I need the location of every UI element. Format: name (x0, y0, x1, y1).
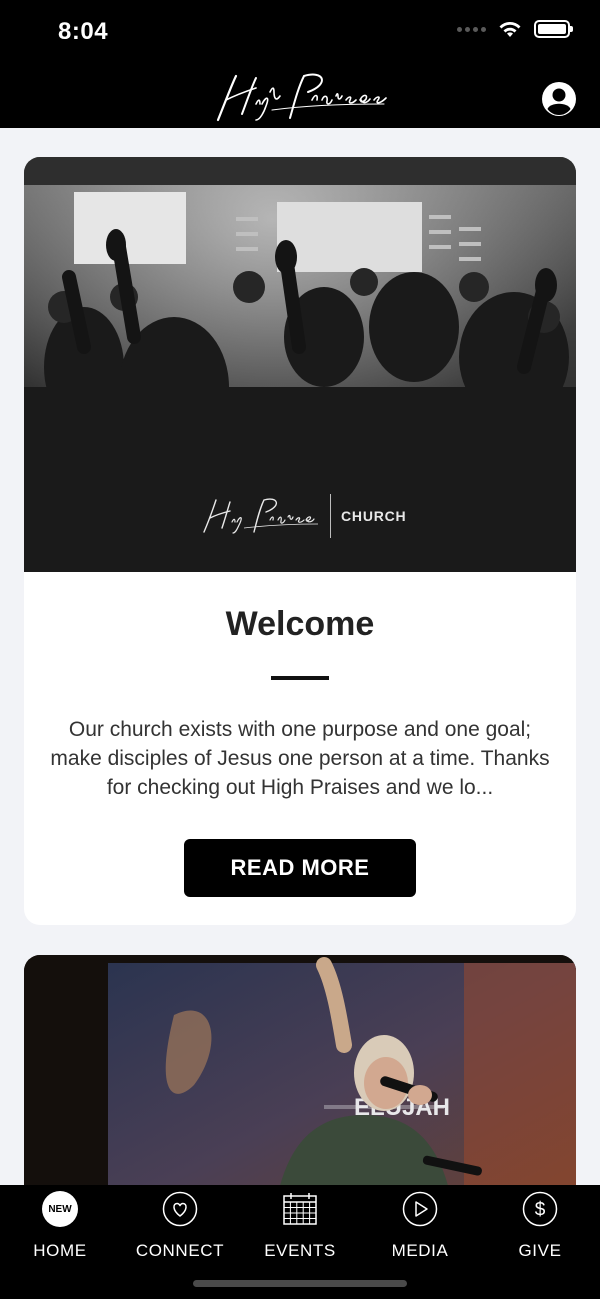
title-divider (271, 676, 329, 680)
tab-give-label: GIVE (518, 1241, 562, 1260)
singer-photo: ELUJAH (24, 955, 576, 1185)
home-indicator (193, 1280, 407, 1287)
heart-icon (162, 1191, 198, 1227)
status-time: 8:04 (58, 18, 109, 45)
tab-home[interactable]: NEW HOME (0, 1185, 120, 1265)
wifi-icon (499, 22, 521, 37)
tab-media-label: MEDIA (391, 1241, 449, 1260)
play-icon (402, 1191, 438, 1227)
read-more-button[interactable]: READ MORE (184, 839, 416, 897)
calendar-icon (283, 1193, 317, 1225)
singer-image[interactable]: ELUJAH (24, 955, 576, 1185)
watermark-church-label: CHURCH (330, 494, 406, 538)
tab-events[interactable]: EVENTS (240, 1185, 360, 1265)
dollar-icon: $ (522, 1191, 558, 1227)
home-feed[interactable]: CHURCH Welcome Our church exists with on… (0, 128, 600, 1185)
worship-crowd-image[interactable]: CHURCH (24, 157, 576, 572)
new-badge-icon: NEW (42, 1191, 78, 1227)
tab-give[interactable]: $ GIVE (480, 1185, 600, 1265)
tab-connect-label: CONNECT (135, 1241, 225, 1260)
status-icons (457, 20, 573, 38)
signal-icon (457, 26, 486, 32)
new-badge: NEW (42, 1191, 78, 1227)
tab-home-label: HOME (33, 1241, 87, 1260)
user-icon (544, 84, 574, 116)
church-watermark: CHURCH (200, 493, 406, 539)
profile-button[interactable] (542, 82, 576, 116)
welcome-card: CHURCH Welcome Our church exists with on… (24, 157, 576, 925)
card-description: Our church exists with one purpose and o… (50, 718, 550, 799)
high-praises-logo (216, 73, 387, 122)
top-bar: 8:04 (0, 0, 600, 128)
tab-connect[interactable]: CONNECT (120, 1185, 240, 1265)
svg-text:$: $ (535, 1200, 546, 1221)
battery-icon (534, 20, 573, 38)
tab-events-label: EVENTS (264, 1241, 336, 1260)
media-card[interactable]: ELUJAH (24, 955, 576, 1185)
tab-bar: NEW HOME CONNECT EVENTS MEDIA $ GIVE (0, 1185, 600, 1299)
watermark-script (203, 498, 319, 534)
tab-media[interactable]: MEDIA (360, 1185, 480, 1265)
card-title: Welcome (225, 605, 375, 643)
